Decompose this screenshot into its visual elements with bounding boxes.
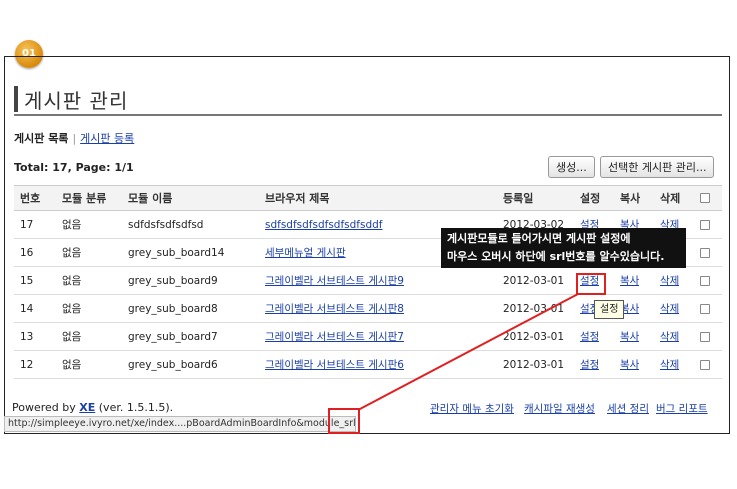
annotation-connector-line — [357, 293, 579, 411]
highlight-module-srl — [328, 408, 360, 434]
callout-line-2: 마우스 오버시 하단에 srl번호를 알수있습니다. — [447, 250, 665, 263]
highlight-settings-link — [576, 273, 606, 295]
hover-tooltip: 설정 — [594, 300, 625, 319]
annotation-callout: 게시판모듈로 들어가시면 게시판 설정에 마우스 오버시 하단에 srl번호를 … — [441, 228, 686, 268]
callout-line-1: 게시판모듈로 들어가시면 게시판 설정에 — [447, 232, 631, 245]
